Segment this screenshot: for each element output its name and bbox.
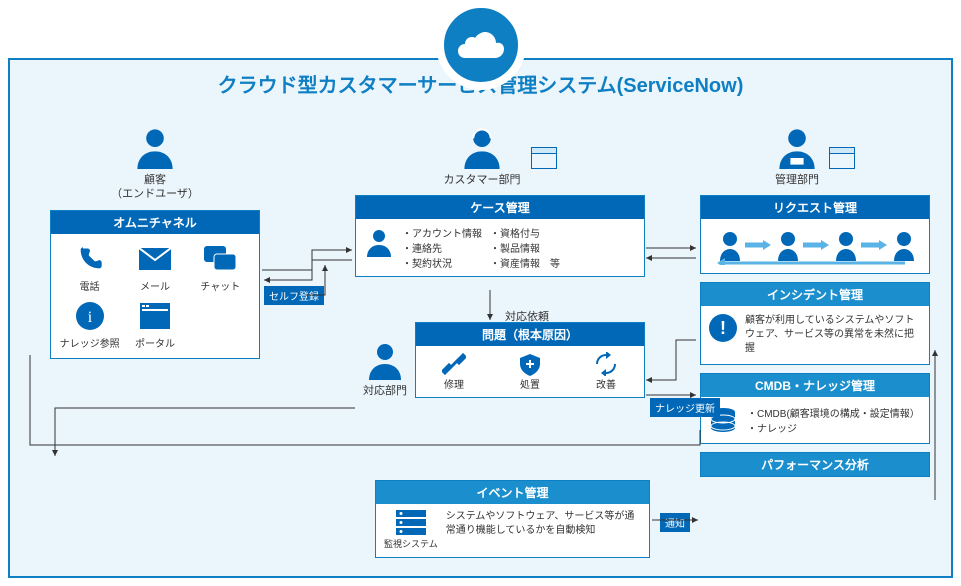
cmdb-box: CMDB・ナレッジ管理 ・CMDB(顧客環境の構成・設定情報）・ナレッジ — [700, 373, 930, 444]
problem-header: 問題（根本原因） — [416, 323, 644, 346]
admin-column: 管理部門 リクエスト管理 インシデント管理 ! 顧客が利用しているシステムやソフ… — [700, 125, 930, 477]
case-header: ケース管理 — [356, 196, 644, 219]
perf-header: パフォーマンス分析 — [701, 453, 929, 476]
event-mgmt-box: イベント管理 監視システム システムやソフトウェア、サービス等が通常通り機能して… — [375, 480, 650, 558]
problem-repair: 修理 — [416, 352, 492, 391]
request-mgmt-box: リクエスト管理 — [700, 195, 930, 274]
omnichannel-box: オムニチャネル 電話 メール チャット i ナレッジ参照 ポータル — [50, 210, 260, 359]
problem-box: 問題（根本原因） 修理 処置 改善 — [415, 322, 645, 398]
channel-label: メール — [140, 278, 170, 293]
svg-text:i: i — [87, 309, 92, 326]
mail-icon — [137, 244, 173, 274]
request-header: リクエスト管理 — [701, 196, 929, 219]
wrench-icon — [442, 352, 466, 376]
chat-icon — [202, 244, 238, 274]
person-icon — [133, 125, 177, 169]
agent-icon — [460, 125, 504, 169]
svg-text:!: ! — [720, 318, 726, 338]
channel-portal: ポータル — [122, 301, 187, 350]
agent-icon — [365, 340, 405, 380]
omnichannel-header: オムニチャネル — [51, 211, 259, 234]
response-dept-label: 対応部門 — [363, 384, 407, 398]
response-dept: 対応部門 — [355, 340, 415, 398]
window-icon — [829, 147, 855, 169]
incident-desc: 顧客が利用しているシステムやソフトウェア、サービス等の異常を未然に把握 — [745, 314, 921, 356]
server-icon — [396, 510, 426, 536]
admin-person: 管理部門 — [700, 125, 930, 187]
case-management-box: ケース管理 ・アカウント情報・連絡先・契約状況 ・資格付与・製品情報・資産情報 … — [355, 195, 645, 277]
cmdb-lines: ・CMDB(顧客環境の構成・設定情報）・ナレッジ — [747, 405, 920, 435]
customer-label: 顧客 （エンドユーザ） — [111, 173, 199, 202]
problem-improve: 改善 — [568, 352, 644, 391]
knowledge-update-tag: ナレッジ更新 — [650, 398, 720, 417]
window-icon — [531, 147, 557, 169]
request-flow — [701, 219, 929, 273]
event-desc: システムやソフトウェア、サービス等が通常通り機能しているかを自動検知 — [446, 510, 641, 551]
customer-dept-person: カスタマー部門 — [355, 125, 645, 187]
cloud-icon — [436, 0, 526, 90]
event-header: イベント管理 — [376, 481, 649, 504]
channel-knowledge: i ナレッジ参照 — [57, 301, 122, 350]
case-col2: ・資格付与・製品情報・資産情報 等 — [490, 225, 560, 270]
plus-shield-icon — [518, 352, 542, 376]
channel-mail: メール — [122, 244, 187, 293]
customer-person: 顧客 （エンドユーザ） — [50, 125, 260, 202]
self-register-tag: セルフ登録 — [264, 286, 324, 305]
channel-chat: チャット — [188, 244, 253, 293]
incident-header: インシデント管理 — [701, 283, 929, 306]
phone-icon — [72, 244, 108, 274]
channel-phone: 電話 — [57, 244, 122, 293]
person-small-icon — [364, 225, 394, 259]
info-icon: i — [72, 301, 108, 331]
problem-action: 処置 — [492, 352, 568, 391]
customer-column: 顧客 （エンドユーザ） オムニチャネル 電話 メール チャット i ナレッジ参照 — [50, 125, 260, 359]
channel-label: 電話 — [80, 278, 100, 293]
monitor-label: 監視システム — [384, 538, 438, 551]
customer-dept-column: カスタマー部門 ケース管理 ・アカウント情報・連絡先・契約状況 ・資格付与・製品… — [355, 125, 645, 398]
performance-box: パフォーマンス分析 — [700, 452, 930, 477]
alert-icon: ! — [709, 314, 737, 342]
channel-label: チャット — [200, 278, 240, 293]
portal-icon — [137, 301, 173, 331]
notify-tag: 通知 — [660, 513, 690, 532]
channel-label: ポータル — [135, 335, 175, 350]
channel-label: ナレッジ参照 — [60, 335, 120, 350]
refresh-icon — [594, 352, 618, 376]
incident-mgmt-box: インシデント管理 ! 顧客が利用しているシステムやソフトウェア、サービス等の異常… — [700, 282, 930, 365]
cust-dept-label: カスタマー部門 — [444, 173, 521, 187]
cmdb-header: CMDB・ナレッジ管理 — [701, 374, 929, 397]
case-col1: ・アカウント情報・連絡先・契約状況 — [402, 225, 482, 270]
admin-label: 管理部門 — [775, 173, 819, 187]
admin-icon — [775, 125, 819, 169]
